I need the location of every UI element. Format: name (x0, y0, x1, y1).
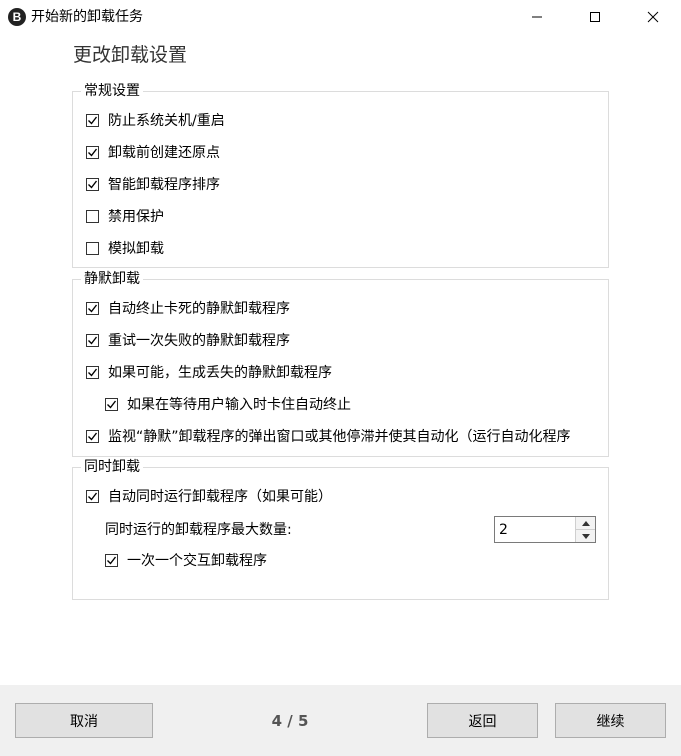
option-label: 自动终止卡死的静默卸载程序 (108, 301, 290, 317)
checkbox-empty-icon (86, 241, 99, 255)
spinbox-value: 2 (499, 522, 508, 538)
minimize-button[interactable] (508, 0, 566, 34)
checkbox-check-icon (86, 489, 99, 503)
restore-point-checkbox[interactable]: 卸载前创建还原点 (86, 142, 220, 162)
maximize-button[interactable] (566, 0, 624, 34)
page-indicator: 4 / 5 (271, 712, 309, 730)
checkbox-check-icon (86, 333, 99, 347)
minimize-icon (532, 16, 542, 18)
monitor-popups-checkbox[interactable]: 监视“静默”卸载程序的弹出窗口或其他停滞并使其自动化（运行自动化程序 (86, 426, 602, 446)
checkbox-check-icon (86, 365, 99, 379)
checkbox-check-icon (86, 301, 99, 315)
retry-failed-checkbox[interactable]: 重试一次失败的静默卸载程序 (86, 330, 290, 350)
prevent-shutdown-checkbox[interactable]: 防止系统关机/重启 (86, 110, 225, 130)
auto-kill-waiting-input-checkbox[interactable]: 如果在等待用户输入时卡住自动终止 (105, 394, 351, 414)
app-logo-icon: B (8, 8, 26, 26)
checkbox-check-icon (86, 113, 99, 127)
checkbox-check-icon (86, 177, 99, 191)
page-heading: 更改卸载设置 (73, 44, 188, 66)
spin-down-button[interactable] (576, 530, 595, 542)
simulate-uninstall-checkbox[interactable]: 模拟卸载 (86, 238, 164, 258)
group-title: 同时卸载 (81, 458, 143, 476)
smart-sort-checkbox[interactable]: 智能卸载程序排序 (86, 174, 220, 194)
option-label: 重试一次失败的静默卸载程序 (108, 333, 290, 349)
auto-kill-stuck-checkbox[interactable]: 自动终止卡死的静默卸载程序 (86, 298, 290, 318)
arrow-up-icon (581, 520, 590, 526)
group-title: 常规设置 (81, 82, 143, 100)
one-interactive-checkbox[interactable]: 一次一个交互卸载程序 (105, 550, 267, 570)
cancel-button[interactable]: 取消 (15, 703, 153, 738)
option-label: 自动同时运行卸载程序（如果可能） (108, 489, 332, 505)
checkbox-check-icon (86, 145, 99, 159)
disable-protection-checkbox[interactable]: 禁用保护 (86, 206, 164, 226)
close-button[interactable] (624, 0, 681, 34)
maximize-icon (590, 12, 600, 22)
close-icon (647, 11, 659, 23)
auto-concurrent-checkbox[interactable]: 自动同时运行卸载程序（如果可能） (86, 486, 332, 506)
checkbox-check-icon (86, 429, 99, 443)
max-concurrent-spinbox[interactable]: 2 (494, 516, 596, 543)
option-label: 防止系统关机/重启 (108, 113, 225, 129)
checkbox-check-icon (105, 397, 118, 411)
option-label: 如果可能，生成丢失的静默卸载程序 (108, 365, 332, 381)
spinbox-buttons (575, 517, 595, 542)
checkbox-empty-icon (86, 209, 99, 223)
checkbox-check-icon (105, 553, 118, 567)
group-title: 静默卸载 (81, 270, 143, 288)
title-bar: B 开始新的卸载任务 (0, 0, 681, 34)
option-label: 禁用保护 (108, 209, 164, 225)
back-button[interactable]: 返回 (427, 703, 538, 738)
option-label: 模拟卸载 (108, 241, 164, 257)
arrow-down-icon (581, 533, 590, 539)
window-title: 开始新的卸载任务 (31, 9, 143, 25)
option-label: 智能卸载程序排序 (108, 177, 220, 193)
generate-missing-checkbox[interactable]: 如果可能，生成丢失的静默卸载程序 (86, 362, 332, 382)
spin-up-button[interactable] (576, 517, 595, 530)
option-label: 监视“静默”卸载程序的弹出窗口或其他停滞并使其自动化（运行自动化程序 (108, 429, 571, 445)
option-label: 卸载前创建还原点 (108, 145, 220, 161)
next-button[interactable]: 继续 (555, 703, 666, 738)
option-label: 如果在等待用户输入时卡住自动终止 (127, 397, 351, 413)
max-concurrent-label: 同时运行的卸载程序最大数量: (105, 522, 292, 538)
option-label: 一次一个交互卸载程序 (127, 553, 267, 569)
